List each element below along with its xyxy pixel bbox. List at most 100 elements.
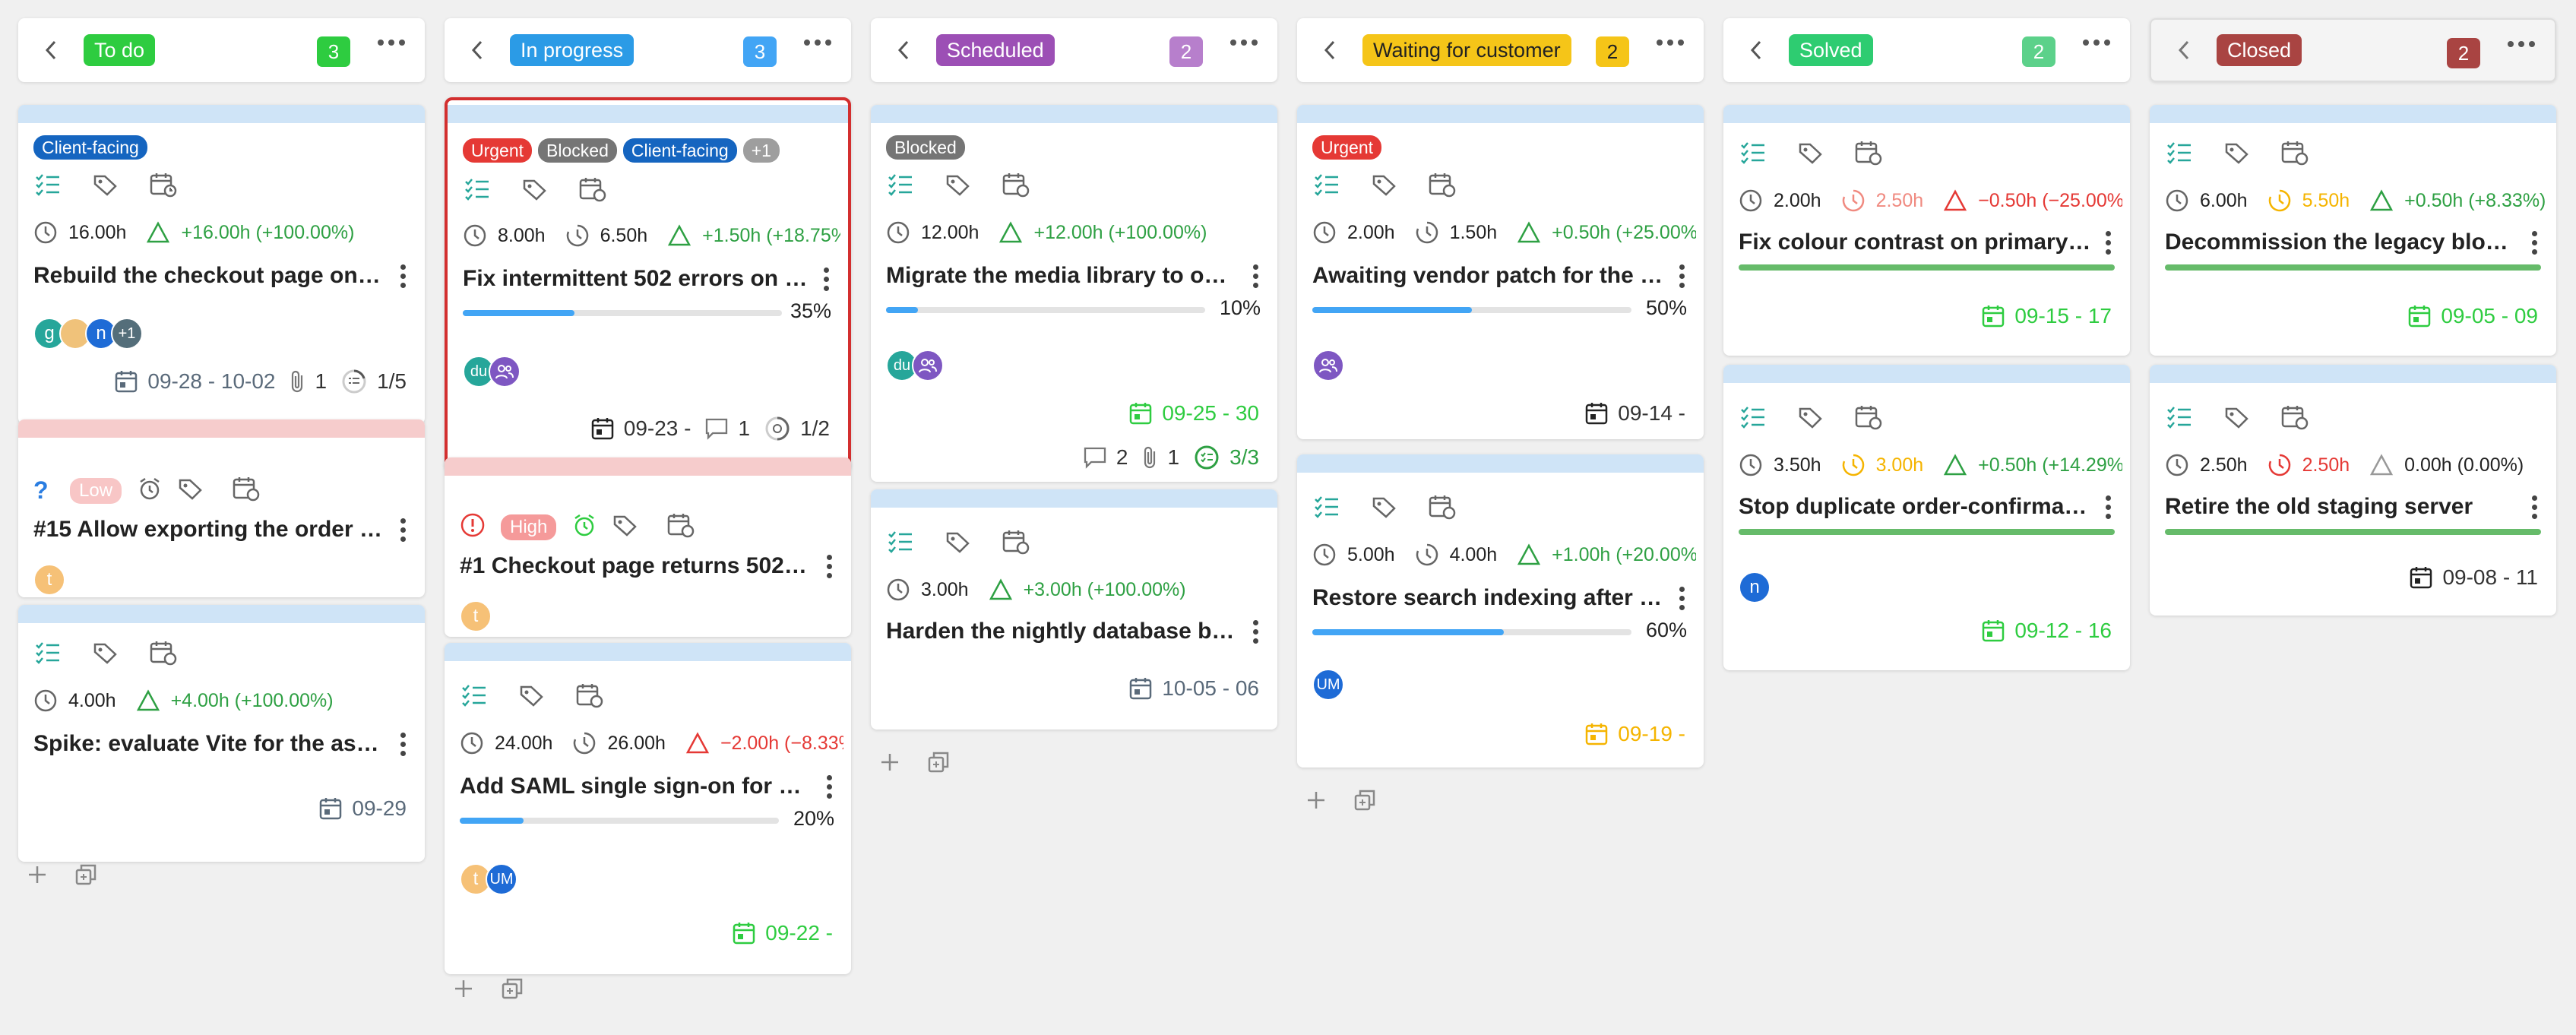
task-card[interactable]: Client-facing 16.00h +16.00h (+100.00%) …: [18, 105, 425, 424]
tag-icon[interactable]: [517, 681, 546, 710]
checklist-icon[interactable]: [463, 175, 492, 204]
collapse-chevron-icon[interactable]: [2171, 37, 2197, 63]
checklist-icon[interactable]: [2165, 138, 2194, 167]
calendar-clock-icon[interactable]: [1428, 492, 1457, 521]
tag-icon[interactable]: [1370, 492, 1399, 521]
card-menu-icon[interactable]: [2106, 495, 2112, 519]
collapse-chevron-icon[interactable]: [891, 37, 916, 63]
calendar-clock-icon[interactable]: [667, 512, 695, 542]
checklist-icon[interactable]: [1312, 492, 1341, 521]
card-menu-icon[interactable]: [1253, 620, 1259, 644]
tag-icon[interactable]: [178, 477, 204, 504]
checklist-icon[interactable]: [460, 681, 489, 710]
checklist-icon[interactable]: [1739, 403, 1767, 432]
calendar-clock-icon[interactable]: [1854, 403, 1883, 432]
card-title[interactable]: #15 Allow exporting the order history as…: [33, 517, 387, 543]
card-menu-icon[interactable]: [824, 267, 830, 291]
task-card[interactable]: ? Low #15 Allow exporting the order hist…: [18, 419, 425, 597]
alarm-icon[interactable]: [571, 512, 597, 542]
task-card[interactable]: 3.00h +3.00h (+100.00%) Harden the night…: [871, 489, 1277, 730]
card-title[interactable]: Rebuild the checkout page on the new des…: [33, 263, 387, 289]
add-card-icon[interactable]: [878, 751, 901, 777]
card-title[interactable]: Add SAML single sign-on for staff accoun…: [460, 774, 813, 799]
task-card[interactable]: 2.50h 2.50h 0.00h (0.00%) Retire the old…: [2150, 365, 2556, 616]
card-menu-icon[interactable]: [400, 733, 407, 756]
duplicate-icon[interactable]: [1353, 789, 1376, 815]
calendar-clock-icon[interactable]: [1428, 170, 1457, 199]
collapse-chevron-icon[interactable]: [464, 37, 490, 63]
collapse-chevron-icon[interactable]: [1317, 37, 1343, 63]
collapse-chevron-icon[interactable]: [38, 37, 64, 63]
card-menu-icon[interactable]: [1679, 587, 1685, 610]
card-title[interactable]: #1 Checkout page returns 502 during peak…: [460, 553, 813, 579]
task-card[interactable]: 3.50h 3.00h +0.50h (+14.29%) Stop duplic…: [1723, 365, 2130, 670]
calendar-clock-icon[interactable]: [233, 476, 260, 505]
assignees[interactable]: n: [1739, 571, 1771, 603]
tag-icon[interactable]: [1796, 138, 1825, 167]
more-options-icon[interactable]: [2508, 41, 2535, 47]
checklist-icon[interactable]: [2165, 403, 2194, 432]
more-options-icon[interactable]: [804, 40, 831, 46]
more-options-icon[interactable]: [1230, 40, 1258, 46]
assignees[interactable]: [1312, 350, 1344, 381]
tag-icon[interactable]: [91, 638, 120, 667]
task-card[interactable]: High #1 Checkout page returns 502 during…: [445, 457, 851, 637]
tag-icon[interactable]: [521, 175, 549, 204]
checklist-icon[interactable]: [1739, 138, 1767, 167]
checklist-icon[interactable]: [1312, 170, 1341, 199]
card-menu-icon[interactable]: [2532, 495, 2538, 519]
card-title[interactable]: Migrate the media library to object stor…: [886, 263, 1239, 289]
tag-icon[interactable]: [91, 170, 120, 199]
duplicate-icon[interactable]: [927, 751, 950, 777]
checklist-icon[interactable]: [886, 170, 915, 199]
assignees[interactable]: du: [886, 350, 944, 381]
checklist-icon[interactable]: [886, 527, 915, 556]
tag-icon[interactable]: [1370, 170, 1399, 199]
card-menu-icon[interactable]: [827, 775, 833, 799]
checklist-icon[interactable]: [33, 638, 62, 667]
card-title[interactable]: Restore search indexing after the upgrad…: [1312, 585, 1666, 611]
task-card[interactable]: 4.00h +4.00h (+100.00%) Spike: evaluate …: [18, 605, 425, 862]
more-options-icon[interactable]: [378, 40, 405, 46]
card-menu-icon[interactable]: [2532, 231, 2538, 255]
tag-icon[interactable]: [944, 170, 973, 199]
task-card[interactable]: 2.00h 2.50h −0.50h (−25.00%) Fix colour …: [1723, 105, 2130, 356]
calendar-clock-icon[interactable]: [578, 175, 607, 204]
calendar-clock-icon[interactable]: [149, 638, 178, 667]
alarm-icon[interactable]: [137, 476, 163, 505]
task-card[interactable]: Urgent 2.00h 1.50h +0.50h (+25.00%) Awai…: [1297, 105, 1704, 439]
duplicate-icon[interactable]: [74, 863, 97, 890]
task-card[interactable]: 6.00h 5.50h +0.50h (+8.33%) Decommission…: [2150, 105, 2556, 356]
card-menu-icon[interactable]: [1253, 264, 1259, 288]
calendar-clock-icon[interactable]: [2280, 138, 2309, 167]
assignees[interactable]: t UM: [460, 863, 517, 895]
calendar-clock-icon[interactable]: [575, 681, 604, 710]
tag-icon[interactable]: [944, 527, 973, 556]
card-menu-icon[interactable]: [2106, 231, 2112, 255]
card-menu-icon[interactable]: [827, 555, 833, 578]
tag-icon[interactable]: [2223, 403, 2252, 432]
collapse-chevron-icon[interactable]: [1743, 37, 1769, 63]
assignees[interactable]: du: [463, 356, 521, 388]
card-title[interactable]: Decommission the legacy blog app: [2165, 229, 2518, 255]
card-title[interactable]: Spike: evaluate Vite for the asset pipel…: [33, 731, 387, 757]
task-card[interactable]: Blocked 12.00h +12.00h (+100.00%) Migrat…: [871, 105, 1277, 482]
card-title[interactable]: Fix colour contrast on primary buttons: [1739, 229, 2092, 255]
add-card-icon[interactable]: [26, 863, 49, 890]
card-title[interactable]: Retire the old staging server: [2165, 494, 2518, 520]
more-options-icon[interactable]: [2083, 40, 2110, 46]
calendar-clock-icon[interactable]: [2280, 403, 2309, 432]
add-card-icon[interactable]: [452, 977, 475, 1004]
calendar-clock-icon[interactable]: [1854, 138, 1883, 167]
duplicate-icon[interactable]: [501, 977, 524, 1004]
task-card[interactable]: 24.00h 26.00h −2.00h (−8.33%) Add SAML s…: [445, 643, 851, 974]
card-title[interactable]: Awaiting vendor patch for the payment SD…: [1312, 263, 1666, 289]
assignees[interactable]: UM: [1312, 669, 1344, 701]
card-title[interactable]: Harden the nightly database backup job: [886, 619, 1239, 644]
tag-icon[interactable]: [1796, 403, 1825, 432]
calendar-clock-icon[interactable]: [1002, 527, 1030, 556]
checklist-icon[interactable]: [33, 170, 62, 199]
tag-icon[interactable]: [2223, 138, 2252, 167]
more-options-icon[interactable]: [1657, 40, 1684, 46]
calendar-clock-icon[interactable]: [149, 170, 178, 199]
